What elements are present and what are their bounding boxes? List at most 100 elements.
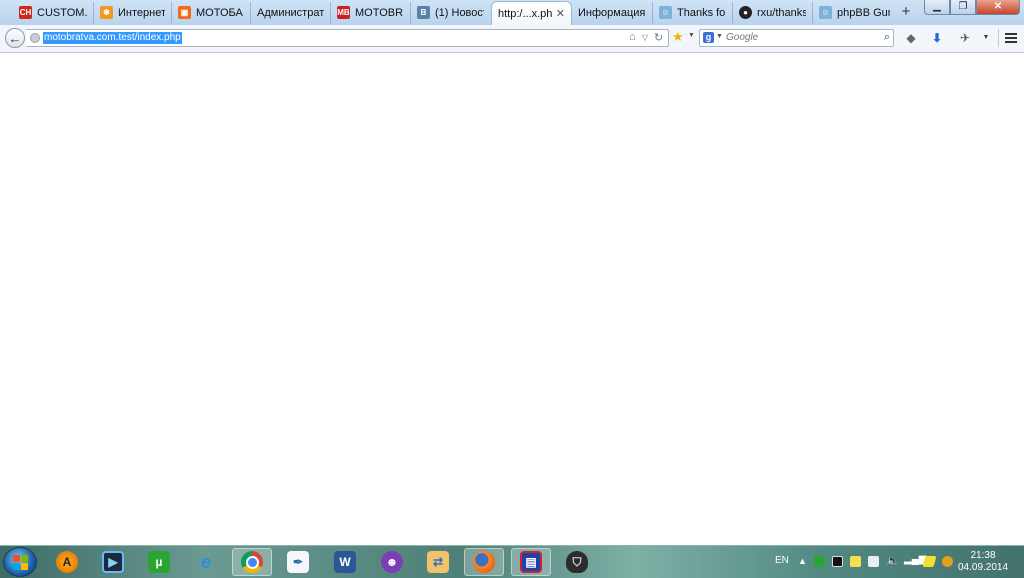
tray-app-icon[interactable] xyxy=(850,556,861,567)
clock-time: 21:38 xyxy=(970,550,996,561)
windows-logo-icon xyxy=(13,555,20,562)
internet-explorer-icon: e xyxy=(200,551,211,572)
language-indicator[interactable]: EN xyxy=(775,555,789,566)
taskbar-save-app[interactable]: ▤ xyxy=(511,548,551,576)
restore-button[interactable]: ❐ xyxy=(950,0,976,15)
windows-logo-part xyxy=(21,555,28,562)
vk-favicon-icon: В xyxy=(417,6,430,19)
downloads-icon[interactable]: ⬇ xyxy=(928,29,946,47)
tab-internet[interactable]: ✱ Интернет-... xyxy=(93,2,171,23)
utorrent-icon: µ xyxy=(148,551,170,573)
back-button[interactable]: ← xyxy=(5,28,25,48)
system-tray: EN ▲ 🔈 ▂▄▆ 21:38 04.09.2014 xyxy=(770,546,1024,578)
tab-label: rxu/thanks... xyxy=(757,6,806,19)
close-tab-icon[interactable]: ✕ xyxy=(552,7,565,20)
taskbar-media-player[interactable]: ▶ xyxy=(93,548,133,576)
taskbar-firefox[interactable] xyxy=(464,548,504,576)
taskbar-word[interactable]: W xyxy=(325,548,365,576)
volume-icon[interactable]: 🔈 xyxy=(886,554,900,567)
start-button[interactable] xyxy=(3,547,37,577)
tab-github[interactable]: ● rxu/thanks... xyxy=(732,2,812,23)
phpbb-favicon-icon: ☺ xyxy=(819,6,832,19)
taskbar-file-transfer[interactable]: ⇄ xyxy=(418,548,458,576)
tab-label: http:/...x.php xyxy=(498,7,552,20)
page-content[interactable] xyxy=(0,53,1024,545)
tray-app-icon[interactable] xyxy=(832,556,843,567)
taskbar-utorrent[interactable]: µ xyxy=(139,548,179,576)
tab-label: МОТОБА... xyxy=(196,6,244,19)
google-icon[interactable]: g xyxy=(703,32,714,43)
taskbar: A ▶ µ e ✒ W ☻ ⇄ ▤ ⛉ EN ▲ 🔈 ▂▄▆ 21:38 04.… xyxy=(0,545,1024,578)
firefox-icon xyxy=(473,551,495,573)
window-controls: ▁ ❐ ✕ xyxy=(924,0,1020,16)
bookmarks-dropdown-icon[interactable]: ▼ xyxy=(688,32,695,39)
search-field[interactable]: g ▼ Google ⌕ xyxy=(699,29,894,47)
extension-icon[interactable]: ✈ xyxy=(956,29,974,47)
show-hidden-icons[interactable]: ▲ xyxy=(798,556,807,566)
ch-red-favicon-icon: CH xyxy=(19,6,32,19)
tab-label: MOTOBR... xyxy=(355,6,404,19)
mb-red-favicon-icon: MB xyxy=(337,6,350,19)
taskbar-internet-explorer[interactable]: e xyxy=(186,548,226,576)
feather-app-icon: ✒ xyxy=(287,551,309,573)
tab-label: Информация xyxy=(578,6,646,19)
media-player-icon: ▶ xyxy=(102,551,124,573)
tab-strip: CH CUSTOM... ✱ Интернет-... ▣ МОТОБА... … xyxy=(0,0,1024,25)
avast-icon: A xyxy=(56,551,78,573)
reload-icon[interactable]: ↻ xyxy=(654,31,663,44)
tray-app-icon[interactable] xyxy=(942,556,953,567)
search-placeholder: Google xyxy=(726,32,759,43)
tab-custom[interactable]: CH CUSTOM... xyxy=(13,2,93,23)
taskbar-purple-app[interactable]: ☻ xyxy=(372,548,412,576)
save-disk-icon: ▤ xyxy=(520,551,542,573)
taskbar-world-of-tanks[interactable]: ⛉ xyxy=(557,548,597,576)
addon-icon[interactable]: ◆ xyxy=(902,29,920,47)
bookmark-star-icon[interactable]: ★ xyxy=(672,29,684,45)
search-icon[interactable]: ⌕ xyxy=(884,31,890,44)
site-identity-icon[interactable] xyxy=(30,33,40,43)
tray-device-icon[interactable] xyxy=(868,556,879,567)
tab-thanks[interactable]: ☺ Thanks for... xyxy=(652,2,732,23)
url-text[interactable]: motobratva.com.test/index.php xyxy=(43,32,182,44)
taskbar-feather-app[interactable]: ✒ xyxy=(278,548,318,576)
home-icon[interactable]: ⌂ xyxy=(629,31,636,43)
word-icon: W xyxy=(334,551,356,573)
file-transfer-icon: ⇄ xyxy=(427,551,449,573)
world-of-tanks-icon: ⛉ xyxy=(566,551,588,573)
windows-logo-part xyxy=(13,563,20,570)
menu-icon[interactable] xyxy=(998,29,1021,47)
windows-logo-part xyxy=(21,563,28,570)
close-window-button[interactable]: ✕ xyxy=(976,0,1020,15)
tab-label: Интернет-... xyxy=(118,6,165,19)
dropdown-arrow-icon[interactable]: ▽ xyxy=(642,33,648,42)
network-signal-icon[interactable]: ▂▄▆ xyxy=(904,554,926,565)
new-tab-button[interactable]: + xyxy=(898,4,914,20)
tray-notify-icon[interactable] xyxy=(922,556,937,567)
taskbar-avast[interactable]: A xyxy=(47,548,87,576)
address-bar[interactable]: motobratva.com.test/index.php ⌂ ▽ ↻ xyxy=(26,29,669,47)
tab-phpbb-guru[interactable]: ☺ phpBB Gur... xyxy=(812,2,896,23)
minimize-button[interactable]: ▁ xyxy=(924,0,950,15)
tab-admin[interactable]: Администрат... xyxy=(250,2,330,23)
extension-dropdown-icon[interactable]: ▼ xyxy=(977,29,995,47)
tab-info[interactable]: Информация xyxy=(572,2,652,23)
tab-label: phpBB Gur... xyxy=(837,6,890,19)
joomla-favicon-icon: ✱ xyxy=(100,6,113,19)
orange-site-favicon-icon: ▣ xyxy=(178,6,191,19)
tab-motobr[interactable]: MB MOTOBR... xyxy=(330,2,410,23)
search-engine-dropdown-icon[interactable]: ▼ xyxy=(716,33,723,40)
tab-motoba[interactable]: ▣ МОТОБА... xyxy=(171,2,250,23)
taskbar-chrome[interactable] xyxy=(232,548,272,576)
github-favicon-icon: ● xyxy=(739,6,752,19)
chrome-center xyxy=(245,555,259,569)
tab-label: Thanks for... xyxy=(677,6,726,19)
tab-label: (1) Новости xyxy=(435,6,484,19)
tab-label: CUSTOM... xyxy=(37,6,87,19)
clock-date: 04.09.2014 xyxy=(958,562,1009,573)
tab-vk-news[interactable]: В (1) Новости xyxy=(410,2,490,23)
tab-label: Администрат... xyxy=(257,6,324,19)
utorrent-tray-icon[interactable] xyxy=(814,556,825,567)
chrome-icon xyxy=(241,551,263,573)
tab-active-page[interactable]: http:/...x.php ✕ xyxy=(491,1,572,25)
clock[interactable]: 21:38 04.09.2014 xyxy=(958,550,1008,574)
